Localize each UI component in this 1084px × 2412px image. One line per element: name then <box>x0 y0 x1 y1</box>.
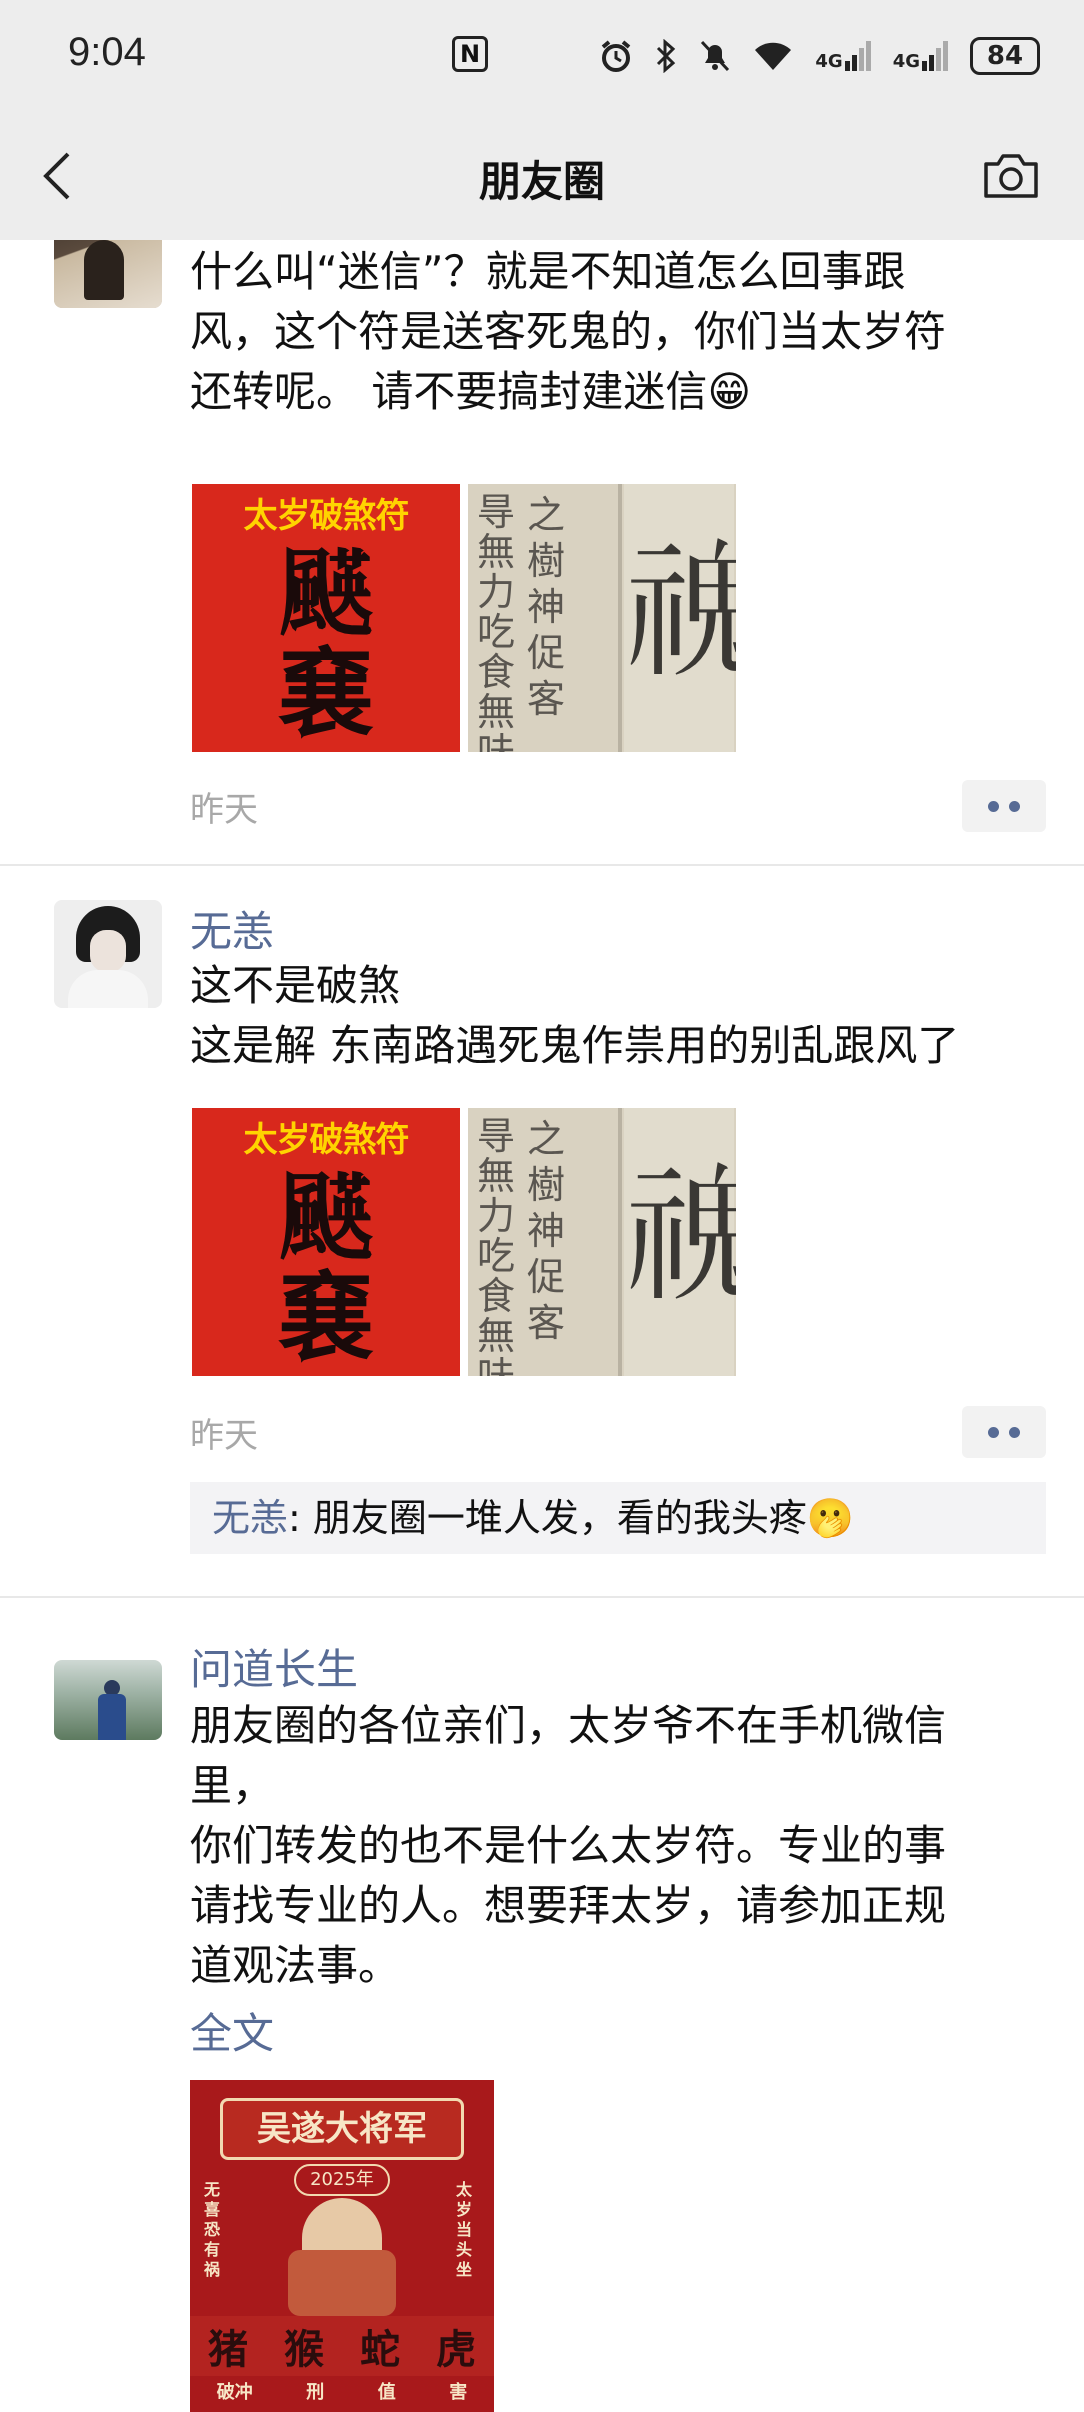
comment[interactable]: 无恙: 朋友圈一堆人发，看的我头疼🫢 <box>190 1482 1046 1554</box>
avatar[interactable] <box>54 240 162 308</box>
post-image[interactable]: 㝵無力吃食無味 之樹神促客 𩲡 <box>468 484 736 752</box>
post-line: 这是解 东南路遇死鬼作祟用的别乱跟风了 <box>190 1021 960 1070</box>
comment-text: : 朋友圈一堆人发，看的我头疼🫢 <box>288 1496 855 1540</box>
status-time: 9:04 <box>68 30 146 74</box>
post-image[interactable]: 㝵無力吃食無味 之樹神促客 𩲡 <box>468 1108 736 1376</box>
manuscript-text: 㝵無力吃食無味 之樹神促客 <box>476 1114 565 1376</box>
poster-bottom: 破冲 刑 值 害 <box>216 2382 468 2403</box>
talisman-title: 太岁破煞符 <box>243 1120 410 1160</box>
home-indicator <box>888 2400 1008 2406</box>
manuscript-glyph: 𩲡 <box>624 484 736 752</box>
post-text: 这不是破煞 这是解 东南路遇死鬼作祟用的别乱跟风了 <box>190 956 1050 1076</box>
post-text: 朋友圈的各位亲们，太岁爷不在手机微信 里， 你们转发的也不是什么太岁符。专业的事… <box>190 1696 1050 1996</box>
post-line: 朋友圈的各位亲们，太岁爷不在手机微信 <box>190 1701 947 1750</box>
status-icons: 4G 4G 84 <box>599 34 1040 78</box>
poster-right-text: 太岁当头坐 <box>456 2180 473 2279</box>
manuscript-text: 㝵無力吃食無味 之樹神促客 <box>476 490 565 752</box>
moments-feed[interactable]: 玄青 什么叫“迷信”？就是不知道怎么回事跟 风，这个符是送客死鬼的，你们当太岁符… <box>0 240 1084 2412</box>
page-title: 朋友圈 <box>478 157 605 206</box>
status-bar: 9:04 N 4G 4G 84 <box>0 0 1084 112</box>
full-text-link[interactable]: 全文 <box>190 2000 274 2061</box>
avatar[interactable] <box>54 900 162 1008</box>
post-image[interactable]: 吴遂大将军 2025年 无喜恐有祸 太岁当头坐 猪 猴 蛇 虎 破冲 刑 值 害 <box>190 2080 494 2412</box>
image-grid: 太岁破煞符 𩘑 㐮 㝵無力吃食無味 之樹神促客 𩲡 <box>192 1108 736 1376</box>
more-button[interactable] <box>962 780 1046 832</box>
post-line: 里， <box>190 1761 275 1810</box>
wifi-icon <box>755 42 792 70</box>
signal-4g-icon-2: 4G <box>893 41 948 71</box>
divider <box>0 1596 1084 1598</box>
post-line: 你们转发的也不是什么太岁符。专业的事 <box>190 1821 947 1870</box>
post-line: 还转呢。 请不要搞封建迷信😁 <box>190 367 752 416</box>
talisman-title: 太岁破煞符 <box>243 496 410 536</box>
post-time: 昨天 <box>190 790 258 830</box>
mute-icon <box>701 40 730 72</box>
comment-author[interactable]: 无恙 <box>212 1496 288 1540</box>
post-line: 什么叫“迷信”？就是不知道怎么回事跟 <box>190 247 906 296</box>
poster-animals: 猪 猴 蛇 虎 <box>190 2316 494 2376</box>
camera-icon[interactable] <box>982 150 1040 200</box>
post-line: 这不是破煞 <box>190 961 401 1010</box>
alarm-icon <box>602 40 631 72</box>
author-name[interactable]: 无恙 <box>190 898 274 959</box>
author-name[interactable]: 问道长生 <box>190 1636 358 1697</box>
poster-left-text: 无喜恐有祸 <box>204 2180 221 2279</box>
nfc-icon: N <box>452 36 488 72</box>
nav-bar: 朋友圈 <box>0 112 1084 240</box>
post-line: 请找专业的人。想要拜太岁，请参加正规 <box>190 1881 947 1930</box>
battery-icon: 84 <box>970 37 1040 75</box>
post-image[interactable]: 太岁破煞符 𩘑 㐮 <box>192 484 460 752</box>
more-button[interactable] <box>962 1406 1046 1458</box>
talisman-glyph: 𩘑 㐮 <box>278 1161 374 1374</box>
poster-banner: 吴遂大将军 <box>220 2098 464 2160</box>
divider <box>0 864 1084 866</box>
post-line: 道观法事。 <box>190 1941 401 1990</box>
post-image[interactable]: 太岁破煞符 𩘑 㐮 <box>192 1108 460 1376</box>
signal-4g-icon: 4G <box>815 41 871 71</box>
manuscript-glyph: 𩲡 <box>624 1108 736 1376</box>
avatar[interactable] <box>54 1660 162 1740</box>
poster-year: 2025年 <box>294 2164 390 2196</box>
talisman-glyph: 𩘑 㐮 <box>278 537 374 750</box>
post-text: 什么叫“迷信”？就是不知道怎么回事跟 风，这个符是送客死鬼的，你们当太岁符 还转… <box>190 242 1050 422</box>
post-line: 风，这个符是送客死鬼的，你们当太岁符 <box>190 307 947 356</box>
bluetooth-icon <box>657 39 676 73</box>
image-grid: 太岁破煞符 𩘑 㐮 㝵無力吃食無味 之樹神促客 𩲡 <box>192 484 736 752</box>
post-time: 昨天 <box>190 1416 258 1456</box>
